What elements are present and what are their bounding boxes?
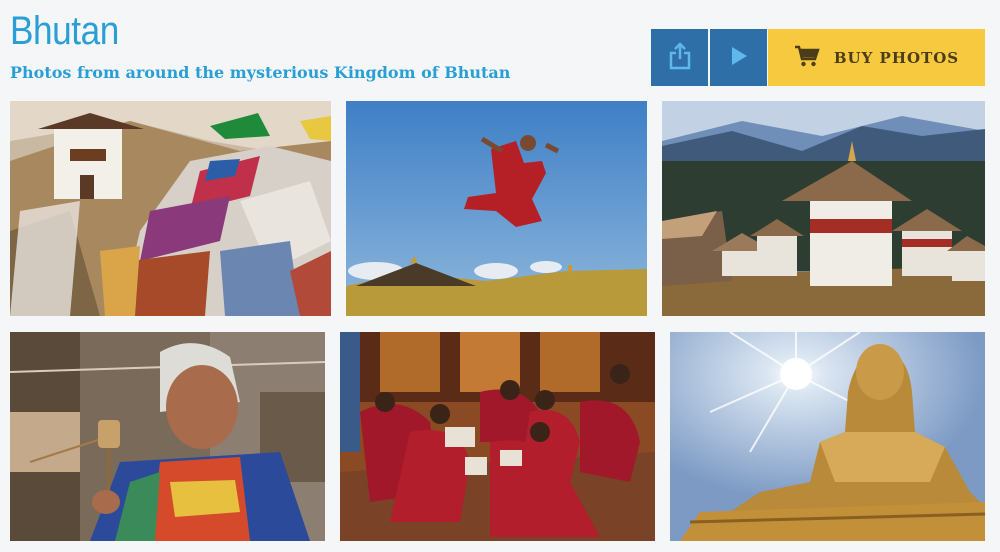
photo-chortens[interactable] — [662, 101, 985, 316]
photo-prayer-flags[interactable] — [10, 101, 331, 316]
buy-photos-label: BUY PHOTOS — [833, 48, 960, 67]
play-slideshow-button[interactable] — [710, 29, 767, 86]
cart-icon — [794, 44, 820, 71]
photo-woman-prayer-wheel[interactable] — [10, 332, 325, 541]
page-subtitle: Photos from around the mysterious Kingdo… — [10, 63, 511, 82]
buy-photos-button[interactable]: BUY PHOTOS — [768, 29, 985, 86]
share-button[interactable] — [651, 29, 708, 86]
photo-golden-buddha[interactable] — [670, 332, 985, 541]
photo-monk-jumping[interactable] — [346, 101, 647, 316]
photo-monks-studying[interactable] — [340, 332, 655, 541]
share-icon — [667, 42, 693, 73]
play-icon — [729, 45, 749, 70]
page-title: Bhutan — [10, 9, 119, 53]
